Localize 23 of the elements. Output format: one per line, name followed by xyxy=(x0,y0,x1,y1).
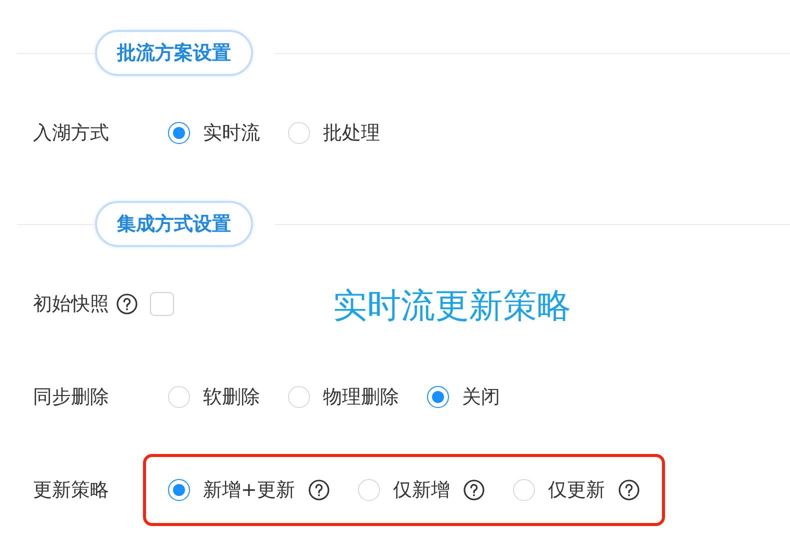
option-label[interactable]: 关闭 xyxy=(462,384,500,410)
field-label: 更新策略 xyxy=(33,478,109,502)
section-title: 批流方案设置 xyxy=(95,30,253,76)
checkbox[interactable] xyxy=(150,292,174,316)
field-label: 同步删除 xyxy=(33,384,109,410)
option-label[interactable]: 实时流 xyxy=(203,120,260,146)
option-label[interactable]: 新增+更新 xyxy=(203,476,295,502)
option-label[interactable]: 物理删除 xyxy=(323,384,399,410)
option-label[interactable]: 仅更新 xyxy=(548,476,605,502)
section-title: 集成方式设置 xyxy=(95,201,253,247)
help-icon[interactable] xyxy=(618,478,640,500)
radio-button[interactable] xyxy=(168,122,190,144)
radio-button[interactable] xyxy=(427,386,449,408)
annotation-text: 实时流更新策略 xyxy=(333,285,571,328)
help-icon[interactable] xyxy=(116,292,138,314)
help-icon[interactable] xyxy=(462,478,485,500)
field-label: 入湖方式 xyxy=(33,120,109,146)
option-label[interactable]: 软删除 xyxy=(203,384,260,410)
option-label[interactable]: 批处理 xyxy=(323,120,380,146)
radio-button[interactable] xyxy=(168,478,190,500)
help-icon[interactable] xyxy=(308,478,330,500)
field-label: 初始快照 xyxy=(33,292,109,316)
option-label[interactable]: 仅新增 xyxy=(392,476,450,502)
